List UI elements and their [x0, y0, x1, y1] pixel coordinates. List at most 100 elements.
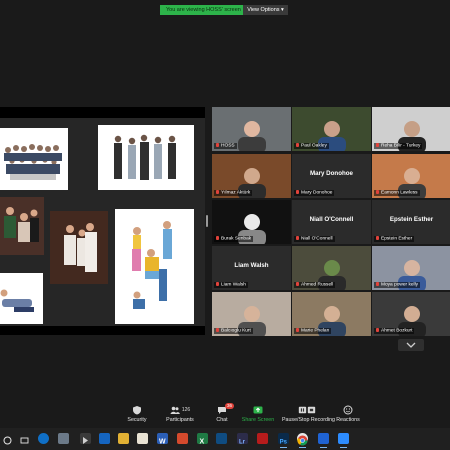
- chat-button[interactable]: 36 Chat: [202, 403, 242, 428]
- chrome-icon[interactable]: [297, 433, 308, 448]
- participant-tile[interactable]: Ahmet Bozkurt: [372, 292, 450, 336]
- store-icon[interactable]: [58, 433, 69, 444]
- pause-stop-icon: [298, 406, 316, 414]
- shared-screen: [0, 107, 205, 335]
- edge-browser-icon[interactable]: [38, 433, 49, 444]
- participant-name-center: Niall O'Connell: [309, 216, 354, 223]
- participant-tile[interactable]: Eamonn Lawless: [372, 154, 450, 198]
- panel-resize-handle[interactable]: [206, 215, 208, 227]
- participants-button[interactable]: 126 Participants: [160, 404, 200, 428]
- app-red-icon[interactable]: [257, 433, 268, 444]
- participants-label: Participants: [166, 417, 194, 423]
- recording-controls[interactable]: Pause/Stop Recording: [282, 404, 335, 428]
- participant-name-center: Liam Walsh: [234, 262, 269, 269]
- file-explorer-icon[interactable]: [118, 433, 129, 444]
- chat-label: Chat: [216, 417, 228, 423]
- participant-name-label: Ahmet Bozkurt: [374, 327, 415, 334]
- powerpoint-icon[interactable]: [177, 433, 188, 444]
- muted-mic-icon: [376, 281, 379, 286]
- share-screen-icon: [253, 406, 263, 414]
- start-circle-icon[interactable]: [2, 433, 13, 445]
- participant-name-center: Mary Donohoe: [310, 170, 353, 177]
- zoom-app-icon[interactable]: [318, 433, 329, 448]
- zoom-meeting-icon[interactable]: [338, 433, 349, 448]
- participant-tile[interactable]: Mary Donohoe Mary Donohoe: [292, 154, 371, 198]
- family-photo-5: [115, 209, 194, 324]
- participants-count: 126: [181, 407, 191, 413]
- security-label: Security: [127, 417, 147, 423]
- participant-name-label: Mary Donohoe: [294, 189, 335, 196]
- family-photo-2: [98, 125, 194, 190]
- participant-name-label: Niall O'Connell: [294, 235, 335, 242]
- excel-icon[interactable]: X: [197, 433, 208, 446]
- lightroom-classic-icon[interactable]: Lr: [237, 433, 248, 445]
- participant-name-label: Liam Walsh: [214, 281, 248, 288]
- muted-mic-icon: [296, 235, 299, 240]
- photos-icon[interactable]: [137, 433, 148, 444]
- chevron-down-icon: [406, 342, 416, 348]
- share-screen-label: Share Screen: [241, 417, 275, 423]
- muted-mic-icon: [216, 327, 219, 332]
- participant-tile[interactable]: Reha Bilir - Turkey: [372, 107, 450, 151]
- participant-name-label: HOSS: [214, 142, 237, 149]
- participant-tile[interactable]: Epstein Esther Epstein Esther: [372, 200, 450, 244]
- participant-name-label: Eamonn Lawless: [374, 189, 420, 196]
- participant-name-label: Balcıoglu Kurt: [214, 327, 253, 334]
- participant-name-label: Paul Oakley: [294, 142, 329, 149]
- muted-mic-icon: [296, 142, 299, 147]
- participant-tile[interactable]: Niall O'Connell Niall O'Connell: [292, 200, 371, 244]
- participants-icon: [170, 406, 180, 414]
- participant-name-label: Moya power kelly: [374, 281, 421, 288]
- participant-tile[interactable]: Yılmaz Aktürk: [212, 154, 291, 198]
- muted-mic-icon: [216, 281, 219, 286]
- mail-icon[interactable]: [99, 433, 110, 444]
- participant-name-center: Epstein Esther: [389, 216, 434, 223]
- emoji-icon: [343, 405, 353, 415]
- svg-text:X: X: [200, 439, 205, 446]
- participant-tile[interactable]: Burak Senbak: [212, 200, 291, 244]
- task-view-icon[interactable]: [19, 433, 30, 444]
- lightroom-icon[interactable]: [216, 433, 227, 444]
- reactions-label: Reactions: [336, 417, 360, 423]
- next-page-button[interactable]: [398, 339, 424, 351]
- participant-name-label: Burak Senbak: [214, 235, 254, 242]
- security-button[interactable]: Security: [117, 404, 157, 428]
- participant-name-label: Reha Bilir - Turkey: [374, 142, 423, 149]
- shield-icon: [133, 406, 141, 415]
- screen-share-banner: You are viewing HOSS' screen View Option…: [160, 5, 288, 15]
- svg-text:W: W: [159, 439, 166, 446]
- participant-tile[interactable]: Paul Oakley: [292, 107, 371, 151]
- participant-tile[interactable]: Balcıoglu Kurt: [212, 292, 291, 336]
- participant-tile[interactable]: Moya power kelly: [372, 246, 450, 290]
- muted-mic-icon: [296, 327, 299, 332]
- participant-name-label: Epstein Esther: [374, 235, 415, 242]
- muted-mic-icon: [376, 235, 379, 240]
- participant-name-label: Yılmaz Aktürk: [214, 189, 253, 196]
- family-photo-6: [0, 273, 43, 324]
- participant-name-label: Marie Phelan: [294, 327, 332, 334]
- shared-slide: [0, 118, 205, 326]
- chat-unread-badge: 36: [225, 403, 235, 409]
- participant-name-label: Ahmed Russell: [294, 281, 336, 288]
- muted-mic-icon: [296, 189, 299, 194]
- participant-tile[interactable]: HOSS: [212, 107, 291, 151]
- viewing-screen-message: You are viewing HOSS' screen: [160, 5, 243, 15]
- muted-mic-icon: [376, 189, 379, 194]
- muted-mic-icon: [376, 327, 379, 332]
- reactions-button[interactable]: Reactions: [328, 404, 368, 428]
- participant-tile[interactable]: Marie Phelan: [292, 292, 371, 336]
- participant-tile[interactable]: Liam Walsh Liam Walsh: [212, 246, 291, 290]
- svg-text:Lr: Lr: [239, 439, 246, 445]
- svg-text:Ps: Ps: [280, 439, 288, 445]
- meeting-toolbar: Security 126 Participants 36 Chat Share …: [0, 403, 450, 428]
- photoshop-icon[interactable]: Ps: [278, 433, 289, 448]
- family-photo-4: [50, 211, 108, 284]
- media-icon[interactable]: [80, 433, 91, 444]
- windows-taskbar: W X Lr Ps: [0, 428, 450, 450]
- muted-mic-icon: [296, 281, 299, 286]
- share-screen-button[interactable]: Share Screen: [238, 404, 278, 428]
- participant-tile[interactable]: Ahmed Russell: [292, 246, 371, 290]
- view-options-button[interactable]: View Options ▾: [243, 5, 288, 15]
- family-photo-3: [0, 197, 44, 255]
- word-icon[interactable]: W: [157, 433, 168, 446]
